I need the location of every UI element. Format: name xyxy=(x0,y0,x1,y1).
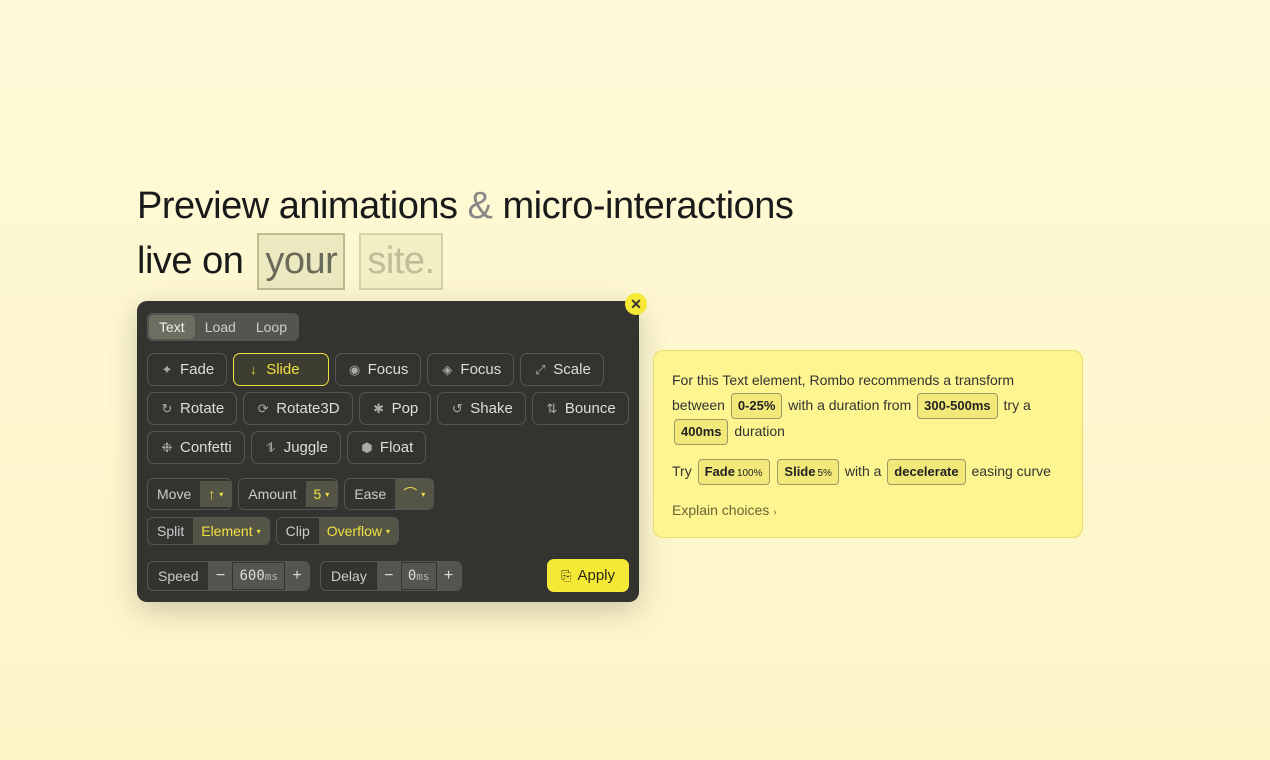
control-value: 5▾ xyxy=(306,481,338,507)
headline-part-2: micro-interactions xyxy=(502,185,793,227)
speed-decrement[interactable]: − xyxy=(208,562,232,590)
ease-control[interactable]: Ease ⌒▾ xyxy=(344,478,434,510)
recommendation-card: For this Text element, Rombo recommends … xyxy=(653,350,1083,538)
sparkle-icon: ✦ xyxy=(160,362,174,378)
effect-label: Float xyxy=(380,439,413,456)
move-control[interactable]: Move ↑▾ xyxy=(147,478,232,510)
delay-value: 0ms xyxy=(402,563,436,589)
control-label: Amount xyxy=(239,481,305,507)
shake-icon: ↺ xyxy=(450,401,464,417)
amount-control[interactable]: Amount 5▾ xyxy=(238,478,338,510)
headline-part-1: Preview animations xyxy=(137,185,457,227)
effect-rotate3d[interactable]: ⟳ Rotate3D xyxy=(243,392,352,425)
pill-slide[interactable]: Slide5% xyxy=(777,459,839,485)
juggle-icon: ⥮ xyxy=(264,440,278,456)
close-icon: ✕ xyxy=(630,296,642,313)
arrow-down-icon: ↓ xyxy=(246,362,260,377)
highlight-your[interactable]: your xyxy=(257,233,345,290)
pill-fade[interactable]: Fade100% xyxy=(698,459,770,485)
clip-control[interactable]: Clip Overflow▾ xyxy=(276,517,399,545)
effect-label: Rotate xyxy=(180,400,224,417)
animation-panel: ✕ Text Load Loop ✦ Fade ↓ Slide ◉ Focus … xyxy=(137,301,639,602)
control-value: Element▾ xyxy=(193,518,268,544)
apply-icon: ⎘ xyxy=(561,568,571,584)
effect-label: Slide xyxy=(266,361,299,378)
pill-duration-try[interactable]: 400ms xyxy=(674,419,728,445)
effect-label: Shake xyxy=(470,400,513,417)
trigger-tabs: Text Load Loop xyxy=(147,313,299,341)
delay-increment[interactable]: + xyxy=(437,562,461,590)
effect-label: Scale xyxy=(553,361,591,378)
highlight-site[interactable]: site. xyxy=(359,233,442,290)
effects-grid: ✦ Fade ↓ Slide ◉ Focus ◈ Focus ⤢ Scale ↻… xyxy=(147,353,629,464)
effect-rotate[interactable]: ↻ Rotate xyxy=(147,392,237,425)
tab-loop[interactable]: Loop xyxy=(246,315,297,339)
rec-line-2: Try Fade100% Slide5% with a decelerate e… xyxy=(672,459,1064,485)
speed-stepper: Speed − 600ms + xyxy=(147,561,310,591)
effect-focus-1[interactable]: ◉ Focus xyxy=(335,353,422,386)
explain-choices-link[interactable]: Explain choices› xyxy=(672,499,1064,523)
pill-decelerate[interactable]: decelerate xyxy=(887,459,965,485)
delay-decrement[interactable]: − xyxy=(377,562,401,590)
expand-icon: ⤢ xyxy=(533,362,547,378)
ampersand: & xyxy=(468,185,493,227)
tab-text[interactable]: Text xyxy=(149,315,195,339)
rotate3d-icon: ⟳ xyxy=(256,401,270,417)
apply-label: Apply xyxy=(577,567,615,584)
pill-transform-range[interactable]: 0-25% xyxy=(731,393,783,419)
confetti-icon: ❉ xyxy=(160,440,174,456)
effect-label: Fade xyxy=(180,361,214,378)
bounce-icon: ⇅ xyxy=(545,401,559,417)
headline: Preview animations & micro-interactions … xyxy=(137,180,793,290)
effect-pop[interactable]: ✱ Pop xyxy=(359,392,432,425)
chevron-right-icon: › xyxy=(773,507,776,518)
effect-label: Pop xyxy=(392,400,419,417)
stepper-label: Delay xyxy=(321,563,377,589)
effect-scale[interactable]: ⤢ Scale xyxy=(520,353,604,386)
effect-float[interactable]: ⬢ Float xyxy=(347,431,426,464)
close-button[interactable]: ✕ xyxy=(625,293,647,315)
control-value: ↑▾ xyxy=(200,481,231,507)
effect-slide[interactable]: ↓ Slide xyxy=(233,353,328,386)
effect-bounce[interactable]: ⇅ Bounce xyxy=(532,392,629,425)
tab-load[interactable]: Load xyxy=(195,315,246,339)
effect-fade[interactable]: ✦ Fade xyxy=(147,353,227,386)
effect-label: Bounce xyxy=(565,400,616,417)
effect-focus-2[interactable]: ◈ Focus xyxy=(427,353,514,386)
control-value: Overflow▾ xyxy=(319,518,398,544)
control-label: Split xyxy=(148,518,193,544)
speed-value: 600ms xyxy=(233,563,284,589)
apply-button[interactable]: ⎘ Apply xyxy=(547,559,629,592)
stepper-label: Speed xyxy=(148,563,208,589)
effect-shake[interactable]: ↺ Shake xyxy=(437,392,526,425)
rotate-icon: ↻ xyxy=(160,401,174,417)
effect-label: Focus xyxy=(368,361,409,378)
delay-stepper: Delay − 0ms + xyxy=(320,561,461,591)
effect-label: Juggle xyxy=(284,439,328,456)
control-label: Ease xyxy=(345,481,395,507)
effect-label: Rotate3D xyxy=(276,400,339,417)
effect-label: Focus xyxy=(460,361,501,378)
control-value: ⌒▾ xyxy=(395,479,433,509)
control-label: Move xyxy=(148,481,200,507)
burst-icon: ✱ xyxy=(372,401,386,417)
diamond-icon: ◈ xyxy=(440,362,454,378)
hexagon-icon: ⬢ xyxy=(360,440,374,456)
effect-confetti[interactable]: ❉ Confetti xyxy=(147,431,245,464)
control-label: Clip xyxy=(277,518,319,544)
rec-line-1: For this Text element, Rombo recommends … xyxy=(672,369,1064,445)
split-control[interactable]: Split Element▾ xyxy=(147,517,270,545)
speed-increment[interactable]: + xyxy=(285,562,309,590)
effect-label: Confetti xyxy=(180,439,232,456)
headline-part-3: live on xyxy=(137,240,243,282)
pill-duration-range[interactable]: 300-500ms xyxy=(917,393,998,419)
focus-icon: ◉ xyxy=(348,362,362,378)
effect-juggle[interactable]: ⥮ Juggle xyxy=(251,431,341,464)
